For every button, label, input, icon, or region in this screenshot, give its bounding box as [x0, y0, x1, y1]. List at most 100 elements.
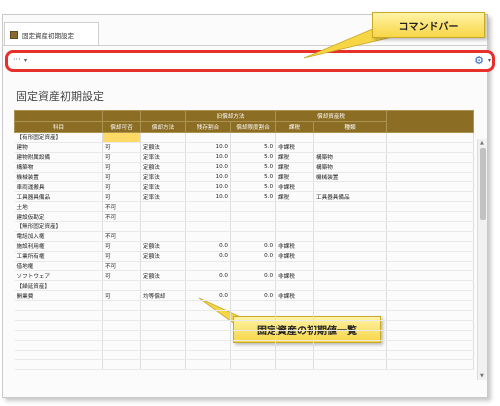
table-cell[interactable] — [230, 330, 277, 341]
settings-chevron-down-icon[interactable]: ▾ — [488, 57, 491, 64]
table-cell[interactable]: 不可 — [102, 231, 141, 242]
table-cell[interactable]: 10.0 — [185, 142, 231, 153]
table-cell[interactable]: 可 — [102, 181, 141, 193]
table-cell[interactable]: ソフトウェア — [14, 270, 103, 282]
table-cell[interactable]: 5.0 — [230, 142, 277, 153]
table-cell[interactable] — [140, 340, 186, 351]
table-cell[interactable] — [185, 280, 231, 292]
table-cell[interactable] — [140, 211, 186, 223]
table-cell[interactable] — [313, 290, 388, 302]
table-cell[interactable]: 不可 — [102, 261, 141, 272]
table-cell[interactable]: 定率法 — [140, 152, 186, 163]
table-cell[interactable] — [313, 251, 388, 262]
table-cell[interactable] — [102, 221, 141, 232]
table-cell[interactable] — [275, 320, 315, 331]
table-cell[interactable]: 可 — [102, 191, 141, 203]
gear-icon[interactable]: ⚙ — [474, 54, 484, 68]
table-cell[interactable] — [275, 201, 315, 213]
column-header[interactable]: 償却方法 — [140, 121, 186, 133]
table-row[interactable] — [14, 300, 475, 312]
table-cell[interactable]: 0.0 — [230, 251, 277, 262]
table-cell[interactable]: 可 — [102, 152, 141, 163]
table-cell[interactable] — [185, 350, 231, 361]
section-row[interactable]: 【繰延資産】 — [14, 280, 475, 292]
table-cell[interactable] — [313, 261, 388, 272]
table-cell[interactable]: 定額法 — [140, 241, 186, 252]
table-cell[interactable] — [140, 261, 186, 272]
table-cell[interactable] — [102, 340, 141, 351]
table-cell[interactable] — [102, 132, 141, 143]
table-cell[interactable] — [313, 211, 388, 223]
table-cell[interactable]: 均等償却 — [140, 290, 186, 302]
table-cell[interactable]: 構築物 — [313, 152, 388, 163]
table-cell[interactable] — [140, 350, 186, 361]
column-header[interactable]: 課税 — [275, 121, 315, 133]
table-cell[interactable]: 非課税 — [275, 241, 315, 252]
table-cell[interactable]: 非課税 — [275, 290, 315, 302]
table-cell[interactable] — [14, 320, 103, 331]
table-cell[interactable]: 0.0 — [230, 241, 277, 252]
column-header[interactable]: 科目 — [14, 121, 103, 133]
table-cell[interactable] — [14, 300, 103, 312]
table-row[interactable] — [14, 310, 475, 321]
table-cell[interactable]: 可 — [102, 241, 141, 252]
table-cell[interactable] — [230, 280, 277, 292]
table-row[interactable] — [14, 320, 475, 331]
table-cell[interactable]: 電話加入権 — [14, 231, 103, 242]
table-cell[interactable] — [313, 280, 388, 292]
table-cell[interactable] — [102, 310, 141, 321]
table-cell[interactable]: 非課税 — [275, 181, 315, 193]
table-cell[interactable]: 機械装置 — [14, 172, 103, 183]
table-cell[interactable] — [275, 310, 315, 321]
table-cell[interactable]: 定額法 — [140, 162, 186, 173]
table-cell[interactable] — [14, 350, 103, 361]
table-cell[interactable] — [102, 280, 141, 292]
table-cell[interactable]: 借地権 — [14, 261, 103, 272]
table-cell[interactable] — [275, 132, 315, 143]
table-cell[interactable] — [102, 330, 141, 341]
table-cell[interactable]: 土地 — [14, 201, 103, 213]
table-cell[interactable]: 5.0 — [230, 181, 277, 193]
table-cell[interactable] — [313, 201, 388, 213]
table-cell[interactable] — [313, 350, 388, 361]
table-cell[interactable] — [230, 320, 277, 331]
table-cell[interactable]: 5.0 — [230, 152, 277, 163]
table-cell[interactable]: 【繰延資産】 — [14, 280, 103, 292]
table-cell[interactable] — [102, 320, 141, 331]
scrollbar-thumb[interactable] — [480, 148, 486, 220]
table-cell[interactable]: 5.0 — [230, 172, 277, 183]
table-cell[interactable] — [140, 330, 186, 341]
table-cell[interactable] — [275, 211, 315, 223]
table-cell[interactable] — [230, 340, 277, 351]
table-cell[interactable] — [185, 330, 231, 341]
table-cell[interactable]: 0.0 — [230, 270, 277, 282]
table-cell[interactable]: 工具器具備品 — [14, 191, 103, 203]
table-cell[interactable] — [140, 280, 186, 292]
table-cell[interactable] — [140, 300, 186, 312]
table-row[interactable]: 借地権 不可 — [14, 261, 475, 272]
table-row[interactable]: 建設仮勘定 不可 — [14, 211, 475, 223]
table-cell[interactable] — [313, 340, 388, 351]
table-row[interactable] — [14, 350, 475, 361]
table-cell[interactable]: 機械装置 — [313, 172, 388, 183]
table-cell[interactable]: 施設利用権 — [14, 241, 103, 252]
table-cell[interactable] — [275, 340, 315, 351]
column-header[interactable]: 残存割合 — [185, 121, 231, 133]
table-cell[interactable] — [185, 320, 231, 331]
table-row[interactable]: 電話加入権 不可 — [14, 231, 475, 242]
table-cell[interactable] — [313, 330, 388, 341]
table-cell[interactable]: 可 — [102, 251, 141, 262]
table-cell[interactable] — [185, 261, 231, 272]
table-cell[interactable]: 定率法 — [140, 172, 186, 183]
table-cell[interactable]: 0.0 — [185, 290, 231, 302]
table-cell[interactable]: 非課税 — [275, 270, 315, 282]
table-cell[interactable] — [230, 359, 277, 371]
table-cell[interactable] — [185, 310, 231, 321]
table-cell[interactable] — [140, 359, 186, 371]
table-cell[interactable] — [313, 231, 388, 242]
table-cell[interactable]: 可 — [102, 270, 141, 282]
column-header[interactable]: 償却限度割合 — [229, 121, 277, 133]
table-cell[interactable] — [313, 142, 388, 153]
table-cell[interactable] — [275, 221, 315, 232]
table-cell[interactable]: 不可 — [102, 201, 141, 213]
